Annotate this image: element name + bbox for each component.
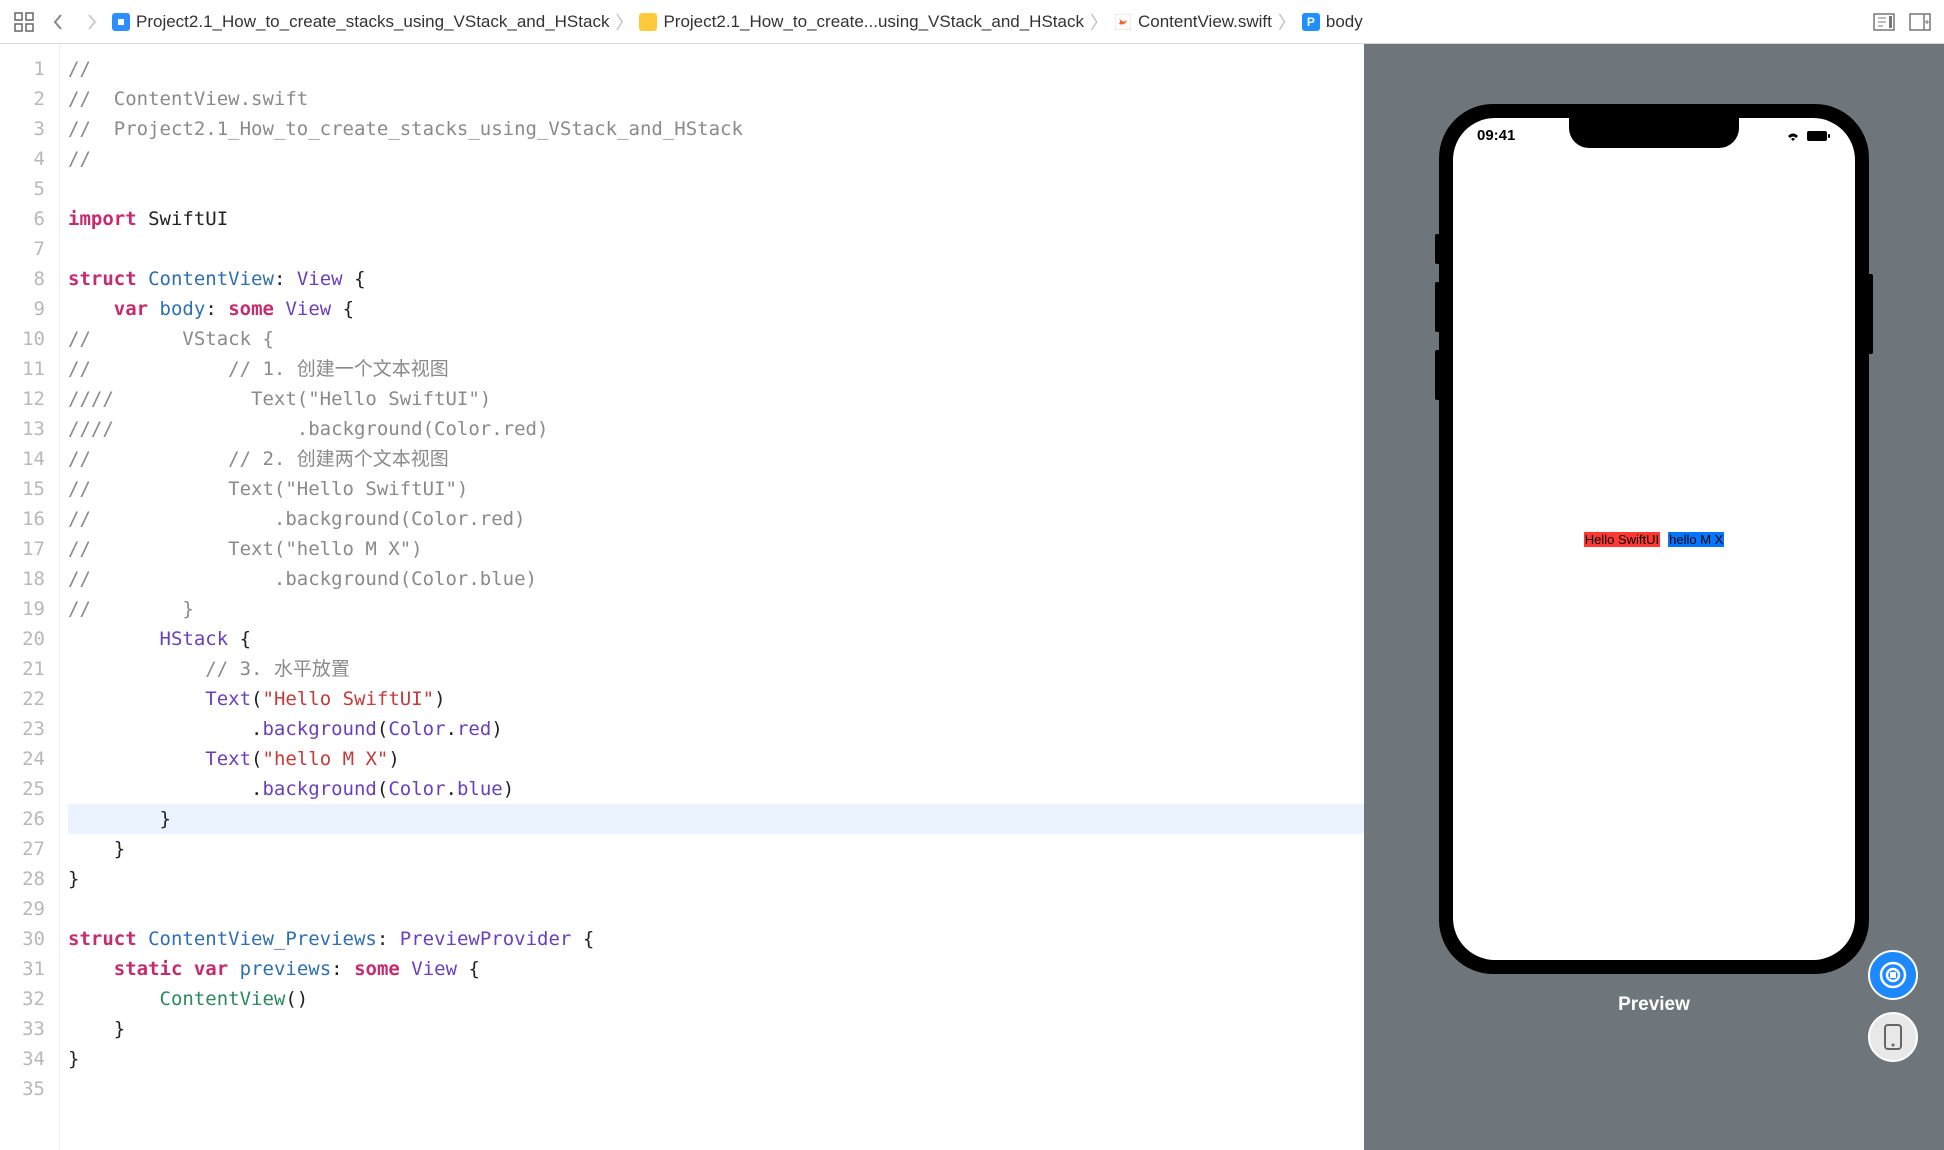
breadcrumb-property[interactable]: P body <box>1302 12 1363 32</box>
live-preview-button[interactable] <box>1868 950 1918 1000</box>
breadcrumb-label: body <box>1326 12 1363 32</box>
code-line[interactable]: // VStack { <box>68 324 1364 354</box>
project-icon <box>112 13 130 31</box>
code-line[interactable]: // ContentView.swift <box>68 84 1364 114</box>
code-line[interactable]: } <box>68 804 1364 834</box>
battery-icon <box>1807 130 1831 142</box>
code-line[interactable]: // // 1. 创建一个文本视图 <box>68 354 1364 384</box>
code-line[interactable]: //// Text("Hello SwiftUI") <box>68 384 1364 414</box>
line-gutter: 1234567891011121314151617181920212223242… <box>0 44 60 1150</box>
forward-icon[interactable] <box>78 8 106 36</box>
grid-icon[interactable] <box>10 8 38 36</box>
code-line[interactable] <box>68 234 1364 264</box>
code-line[interactable] <box>68 1074 1364 1104</box>
code-line[interactable]: Text("Hello SwiftUI") <box>68 684 1364 714</box>
code-line[interactable]: ContentView() <box>68 984 1364 1014</box>
code-line[interactable]: //// .background(Color.red) <box>68 414 1364 444</box>
phone-content: Hello SwiftUI hello M X <box>1453 118 1855 960</box>
swift-icon <box>1114 13 1132 31</box>
code-line[interactable]: // 3. 水平放置 <box>68 654 1364 684</box>
preview-text-red: Hello SwiftUI <box>1584 532 1660 547</box>
breadcrumb-label: Project2.1_How_to_create_stacks_using_VS… <box>136 12 609 32</box>
folder-icon <box>639 13 657 31</box>
code-line[interactable]: // .background(Color.red) <box>68 504 1364 534</box>
code-line[interactable]: // } <box>68 594 1364 624</box>
code-line[interactable]: var body: some View { <box>68 294 1364 324</box>
code-line[interactable]: struct ContentView_Previews: PreviewProv… <box>68 924 1364 954</box>
status-time: 09:41 <box>1477 127 1515 144</box>
chevron-right-icon: 〉 <box>1274 9 1300 35</box>
code-line[interactable]: .background(Color.red) <box>68 714 1364 744</box>
code-line[interactable]: // Project2.1_How_to_create_stacks_using… <box>68 114 1364 144</box>
code-line[interactable]: } <box>68 1044 1364 1074</box>
code-line[interactable] <box>68 894 1364 924</box>
breadcrumb: Project2.1_How_to_create_stacks_using_VS… <box>112 9 1864 35</box>
code-line[interactable]: // .background(Color.blue) <box>68 564 1364 594</box>
code-line[interactable]: .background(Color.blue) <box>68 774 1364 804</box>
phone-screen: 09:41 Hello SwiftUI hello M X <box>1453 118 1855 960</box>
breadcrumb-label: ContentView.swift <box>1138 12 1272 32</box>
preview-label: Preview <box>1618 994 1690 1016</box>
code-line[interactable]: // Text("Hello SwiftUI") <box>68 474 1364 504</box>
code-line[interactable]: } <box>68 834 1364 864</box>
code-line[interactable]: } <box>68 1014 1364 1044</box>
code-line[interactable]: struct ContentView: View { <box>68 264 1364 294</box>
breadcrumb-file[interactable]: ContentView.swift <box>1114 12 1272 32</box>
code-editor[interactable]: 1234567891011121314151617181920212223242… <box>0 44 1364 1150</box>
toolbar: Project2.1_How_to_create_stacks_using_VS… <box>0 0 1944 44</box>
split-editor-icon[interactable] <box>1906 8 1934 36</box>
breadcrumb-label: Project2.1_How_to_create...using_VStack_… <box>663 12 1084 32</box>
back-icon[interactable] <box>44 8 72 36</box>
preview-pane: 09:41 Hello SwiftUI hello M X Preview <box>1364 44 1944 1150</box>
code-line[interactable]: } <box>68 864 1364 894</box>
minimap-icon[interactable] <box>1870 8 1898 36</box>
code-line[interactable]: static var previews: some View { <box>68 954 1364 984</box>
main-area: 1234567891011121314151617181920212223242… <box>0 44 1944 1150</box>
hstack-preview: Hello SwiftUI hello M X <box>1584 532 1725 547</box>
chevron-right-icon: 〉 <box>1086 9 1112 35</box>
code-area[interactable]: //// ContentView.swift// Project2.1_How_… <box>60 44 1364 1150</box>
code-line[interactable]: // <box>68 144 1364 174</box>
property-icon: P <box>1302 13 1320 31</box>
wifi-icon <box>1785 130 1801 142</box>
code-line[interactable]: HStack { <box>68 624 1364 654</box>
breadcrumb-folder[interactable]: Project2.1_How_to_create...using_VStack_… <box>639 12 1084 32</box>
code-line[interactable]: // Text("hello M X") <box>68 534 1364 564</box>
phone-frame: 09:41 Hello SwiftUI hello M X <box>1439 104 1869 974</box>
preview-text-blue: hello M X <box>1668 532 1724 547</box>
breadcrumb-project[interactable]: Project2.1_How_to_create_stacks_using_VS… <box>112 12 609 32</box>
device-preview-button[interactable] <box>1868 1012 1918 1062</box>
chevron-right-icon: 〉 <box>611 9 637 35</box>
notch <box>1569 118 1739 148</box>
code-line[interactable]: // <box>68 54 1364 84</box>
code-line[interactable]: import SwiftUI <box>68 204 1364 234</box>
code-line[interactable] <box>68 174 1364 204</box>
code-line[interactable]: // // 2. 创建两个文本视图 <box>68 444 1364 474</box>
code-line[interactable]: Text("hello M X") <box>68 744 1364 774</box>
